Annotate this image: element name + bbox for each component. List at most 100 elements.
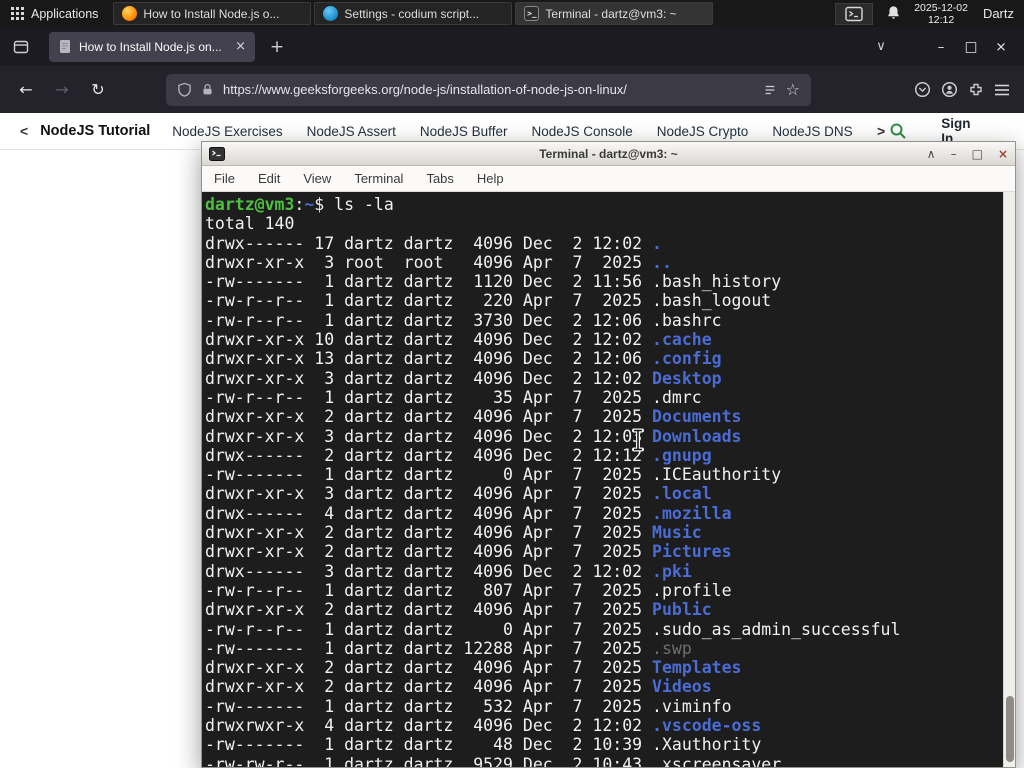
file-meta: -rw-r--r-- 1 dartz dartz 35 Apr 7 2025 [205,387,653,407]
terminal-icon: >_ [524,6,540,21]
file-meta: -rw------- 1 dartz dartz 532 Apr 7 2025 [205,696,653,716]
sitenav-link[interactable]: NodeJS Crypto [657,124,749,139]
terminal-maximize-button[interactable]: □ [972,147,983,161]
file-name: Pictures [652,542,732,562]
sitenav-link[interactable]: NodeJS DNS [772,124,852,139]
file-meta: -rw-r--r-- 1 dartz dartz 807 Apr 7 2025 [205,580,653,600]
menu-hamburger-icon[interactable] [994,83,1010,97]
file-meta: drwxr-xr-x 2 dartz dartz 4096 Apr 7 2025 [205,600,653,620]
user-menu[interactable]: Dartz [981,6,1014,21]
file-name: .sudo_as_admin_successful [652,619,901,639]
tray-terminal-icon[interactable] [835,2,874,25]
firefox-view-icon[interactable] [8,34,34,60]
system-tray: 2025-12-02 12:12 Dartz [835,0,1024,27]
reload-button[interactable]: ↻ [82,74,114,106]
sitenav-link[interactable]: NodeJS Buffer [420,124,508,139]
file-meta: drwxr-xr-x 13 dartz dartz 4096 Dec 2 12:… [205,349,653,369]
file-name: .gnupg [652,445,712,465]
taskbar-window-button[interactable]: >_ Terminal - dartz@vm3: ~ [515,2,714,25]
browser-toolbar: ← → ↻ https://www.geeksforgeeks.org/node… [0,66,1024,113]
file-meta: -rw-rw-r-- 1 dartz dartz 9529 Dec 2 10:4… [205,754,653,767]
sitenav-prev-icon[interactable]: < [16,123,32,139]
forward-button[interactable]: → [46,74,78,106]
new-tab-button[interactable]: + [263,33,291,61]
sitenav-link[interactable]: NodeJS Assert [307,124,396,139]
file-name: .ICEauthority [652,465,782,485]
file-meta: drwx------ 4 dartz dartz 4096 Apr 7 2025 [205,503,653,523]
terminal-menu-file[interactable]: File [214,171,235,186]
terminal-close-button[interactable]: × [998,147,1008,161]
file-meta: drwx------ 17 dartz dartz 4096 Dec 2 12:… [205,233,653,253]
terminal-window: Terminal - dartz@vm3: ~ ∧ – □ × File Edit… [201,141,1016,768]
file-name: Templates [652,658,742,678]
terminal-shade-button[interactable]: ∧ [927,147,936,161]
file-name: .local [652,484,712,504]
terminal-app-icon [209,146,225,162]
taskbar-window-title: Settings - codium script... [344,6,480,21]
prompt-path: ~ [304,195,315,214]
codium-icon [323,6,339,21]
file-name: Documents [652,407,742,427]
reader-mode-icon[interactable] [763,83,777,97]
tab-title: How to Install Node.js on... [79,39,222,54]
file-name: Music [652,523,702,543]
applications-grid-icon [11,7,24,20]
file-meta: -rw------- 1 dartz dartz 48 Dec 2 10:39 [205,735,653,755]
tab-close-icon[interactable]: × [235,39,246,54]
terminal-title: Terminal - dartz@vm3: ~ [539,146,678,161]
terminal-output[interactable]: dartz@vm3:~$ ls -la total 140 drwx------… [205,195,1000,767]
file-name: .bashrc [652,310,722,330]
window-maximize-button[interactable]: □ [956,39,986,55]
prompt-symbol: $ [314,195,335,214]
terminal-scrollbar-thumb[interactable] [1006,696,1014,762]
terminal-menu-view[interactable]: View [303,171,331,186]
account-icon[interactable] [941,81,958,98]
taskbar-window-button[interactable]: Settings - codium script... [314,2,513,25]
prompt-user-host: dartz@vm3 [205,195,295,214]
taskbar-window-title: How to Install Node.js o... [143,6,280,21]
file-meta: drwxr-xr-x 3 root root 4096 Apr 7 2025 [205,252,653,272]
file-name: .config [652,349,722,369]
file-name: .profile [652,580,732,600]
file-name: . [652,233,662,253]
clock-date: 2025-12-02 [914,1,968,14]
window-close-button[interactable]: × [986,39,1016,55]
terminal-scrollbar[interactable] [1003,192,1015,767]
file-meta: drwxr-xr-x 2 dartz dartz 4096 Apr 7 2025 [205,658,653,678]
url-bar[interactable]: https://www.geeksforgeeks.org/node-js/in… [166,73,811,106]
taskbar-window-button[interactable]: How to Install Node.js o... [113,2,312,25]
file-meta: -rw-r--r-- 1 dartz dartz 0 Apr 7 2025 [205,619,653,639]
terminal-minimize-button[interactable]: – [951,147,957,161]
notification-bell-icon[interactable] [886,5,901,23]
tracking-shield-icon[interactable] [177,82,192,98]
search-icon[interactable] [889,122,907,140]
file-meta: -rw-r--r-- 1 dartz dartz 3730 Dec 2 12:0… [205,310,653,330]
terminal-menu-terminal[interactable]: Terminal [354,171,403,186]
file-name: .swp [652,638,692,658]
sitenav-current-item[interactable]: NodeJS Tutorial [40,123,150,139]
clock[interactable]: 2025-12-02 12:12 [914,2,968,26]
terminal-titlebar[interactable]: Terminal - dartz@vm3: ~ ∧ – □ × [202,142,1015,166]
file-name: Public [652,600,712,620]
file-meta: -rw-r--r-- 1 dartz dartz 220 Apr 7 2025 [205,291,653,311]
bookmark-star-icon[interactable]: ☆ [786,80,800,99]
sitenav-link[interactable]: NodeJS Exercises [172,124,282,139]
prompt-separator: : [294,195,305,214]
back-button[interactable]: ← [10,74,42,106]
list-tabs-icon[interactable]: ∨ [866,39,896,54]
sitenav-link[interactable]: NodeJS Console [531,124,632,139]
window-minimize-button[interactable]: – [926,39,956,55]
url-text[interactable]: https://www.geeksforgeeks.org/node-js/in… [223,82,754,97]
lock-icon[interactable] [201,82,214,97]
browser-tab[interactable]: How to Install Node.js on... × [49,31,255,62]
file-name: .dmrc [652,387,702,407]
applications-menu-button[interactable]: Applications [0,0,109,27]
extensions-icon[interactable] [968,82,984,98]
terminal-menu-tabs[interactable]: Tabs [426,171,453,186]
pocket-icon[interactable] [914,81,931,98]
sitenav-next-icon[interactable]: > [873,123,889,139]
terminal-menu-help[interactable]: Help [477,171,504,186]
terminal-menu-edit[interactable]: Edit [258,171,280,186]
top-panel: Applications How to Install Node.js o...… [0,0,1024,27]
file-meta: drwxr-xr-x 3 dartz dartz 4096 Dec 2 12:0… [205,368,653,388]
